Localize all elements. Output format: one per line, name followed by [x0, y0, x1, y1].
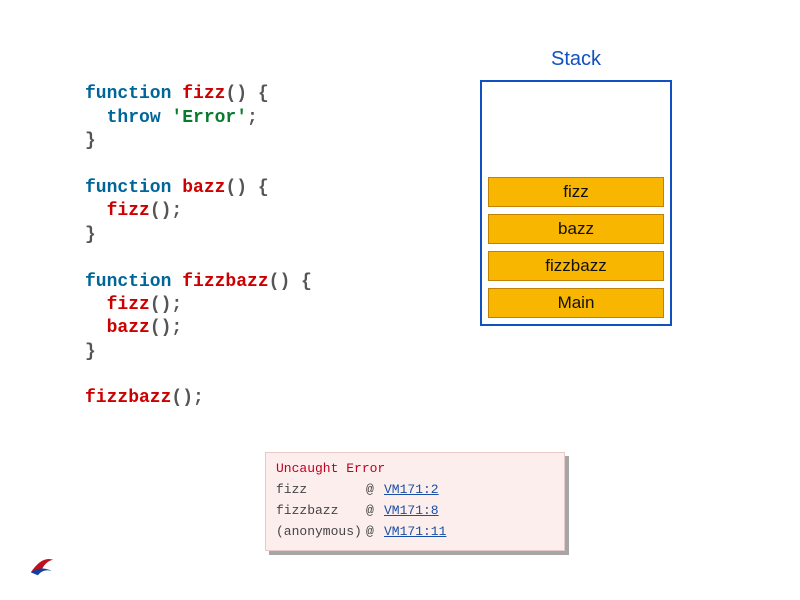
stack-frames: fizz bazz fizzbazz Main	[488, 177, 664, 318]
punctuation: () {	[225, 178, 268, 198]
stack-label: Stack	[480, 48, 672, 71]
error-title: Uncaught Error	[276, 461, 554, 476]
brace-close: }	[85, 342, 96, 362]
punctuation: () {	[269, 272, 312, 292]
logo-icon	[28, 550, 56, 578]
punctuation: ();	[171, 388, 203, 408]
fn-call: fizz	[107, 201, 150, 221]
fn-name: fizz	[182, 84, 225, 104]
stack-frame: Main	[488, 288, 664, 318]
punctuation: ;	[247, 108, 258, 128]
stack-frame: fizzbazz	[488, 251, 664, 281]
trace-location-link[interactable]: VM171:2	[384, 480, 439, 501]
kw-function: function	[85, 84, 182, 104]
stack-frame: bazz	[488, 214, 664, 244]
stack-trace-row: fizzbazz @ VM171:8	[276, 501, 554, 522]
punctuation: ();	[150, 318, 182, 338]
trace-location-link[interactable]: VM171:11	[384, 522, 446, 543]
fn-call: fizzbazz	[85, 388, 171, 408]
at-sign: @	[366, 480, 378, 501]
fn-name: fizzbazz	[182, 272, 268, 292]
fn-call: bazz	[107, 318, 150, 338]
string-literal: 'Error'	[171, 108, 247, 128]
stack-trace-row: (anonymous) @ VM171:11	[276, 522, 554, 543]
kw-function: function	[85, 272, 182, 292]
at-sign: @	[366, 501, 378, 522]
trace-location-link[interactable]: VM171:8	[384, 501, 439, 522]
stack-trace-row: fizz @ VM171:2	[276, 480, 554, 501]
fn-call: fizz	[107, 295, 150, 315]
console-error: Uncaught Error fizz @ VM171:2 fizzbazz @…	[265, 452, 565, 551]
code-block: function fizz() { throw 'Error'; } funct…	[85, 60, 312, 411]
brace-close: }	[85, 131, 96, 151]
punctuation: () {	[225, 84, 268, 104]
punctuation: ();	[150, 295, 182, 315]
indent	[85, 201, 107, 221]
trace-fn: fizz	[276, 480, 360, 501]
trace-fn: fizzbazz	[276, 501, 360, 522]
stack-box: fizz bazz fizzbazz Main	[480, 80, 672, 326]
stack-frame: fizz	[488, 177, 664, 207]
at-sign: @	[366, 522, 378, 543]
trace-fn: (anonymous)	[276, 522, 360, 543]
fn-name: bazz	[182, 178, 225, 198]
kw-function: function	[85, 178, 182, 198]
indent	[85, 295, 107, 315]
kw-throw: throw	[107, 108, 172, 128]
punctuation: ();	[150, 201, 182, 221]
brace-close: }	[85, 225, 96, 245]
indent	[85, 108, 107, 128]
indent	[85, 318, 107, 338]
